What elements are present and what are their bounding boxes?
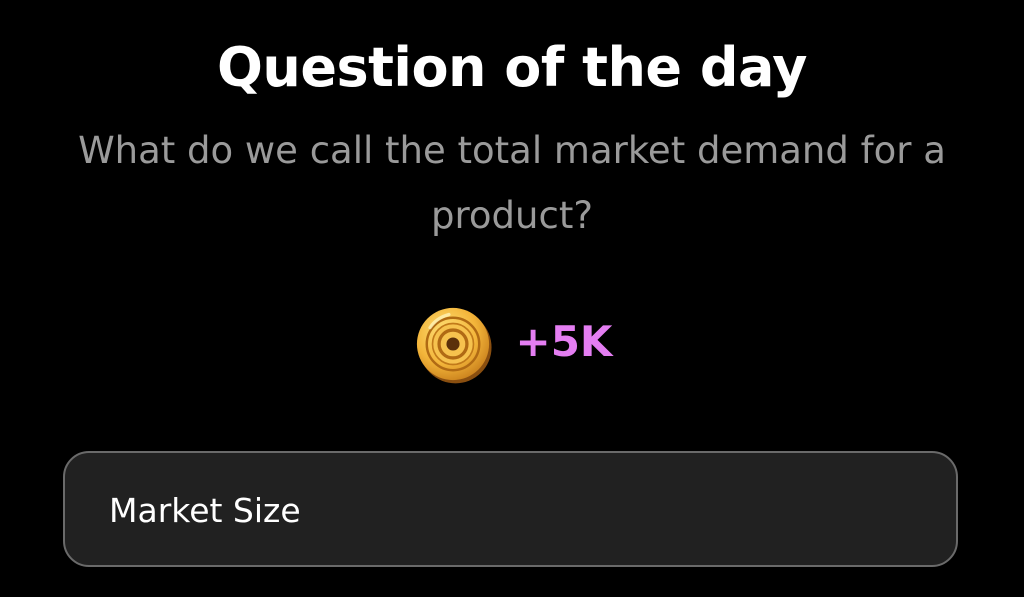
question-of-the-day-screen: Question of the day What do we call the … — [0, 0, 1024, 597]
reward-amount: +5K — [515, 316, 613, 366]
reward-row: +5K — [0, 302, 1024, 386]
question-text: What do we call the total market demand … — [78, 129, 946, 237]
answer-option-market-size[interactable]: Market Size — [63, 451, 958, 567]
page-title: Question of the day — [217, 36, 807, 99]
coin-icon — [416, 307, 492, 384]
answer-option-label: Market Size — [109, 490, 301, 530]
